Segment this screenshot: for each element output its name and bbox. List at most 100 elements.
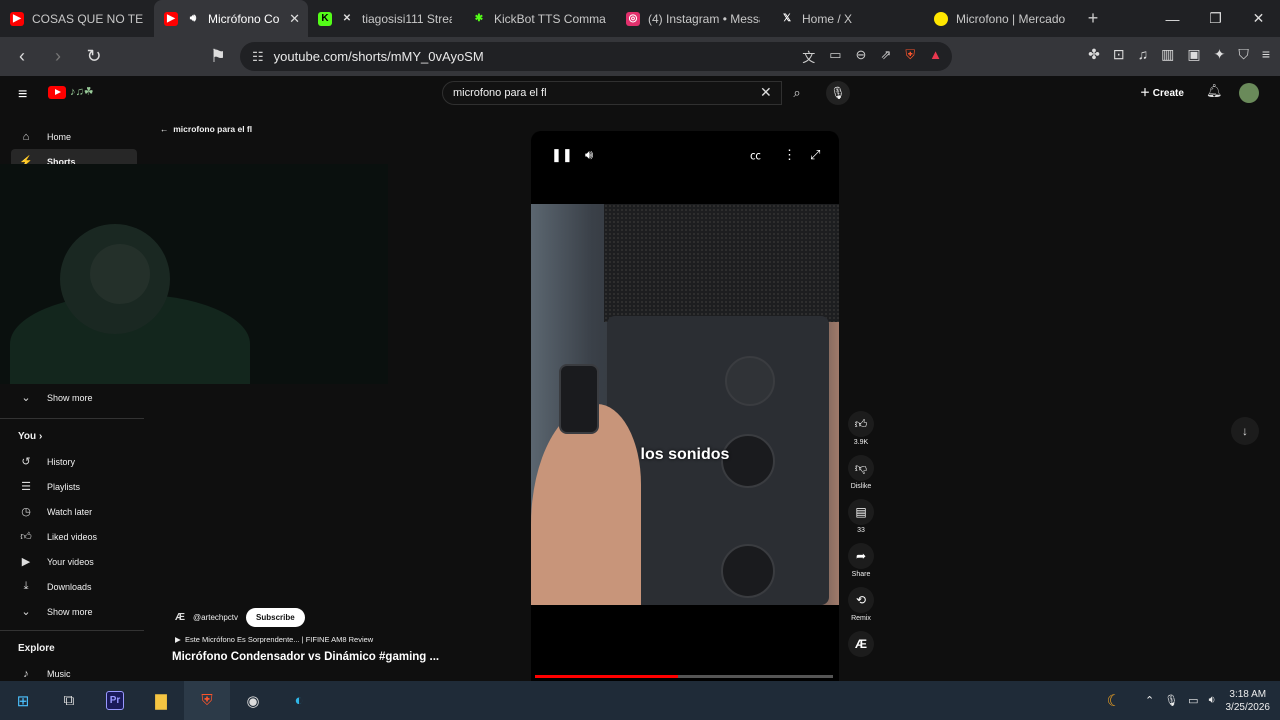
sidebar-show-more[interactable]: ⌄ Show more: [0, 385, 144, 410]
search-input[interactable]: microfono para el fl: [442, 81, 782, 105]
home-icon: ⌂: [22, 130, 30, 143]
edge-icon[interactable]: ◐: [276, 681, 322, 720]
file-explorer-icon[interactable]: ▇: [138, 681, 184, 720]
volume-tray-icon[interactable]: 🔉︎: [1209, 694, 1216, 707]
youtube-icon: ▶: [164, 11, 178, 26]
sidebar-item-your-videos[interactable]: ▶ Your videos: [0, 549, 144, 574]
hamburger-menu-icon[interactable]: ≡: [18, 86, 27, 104]
browser-tab-active[interactable]: ▶ 🔊︎ Micrófono Co ✕: [154, 0, 308, 37]
clear-search-icon[interactable]: ✕: [760, 84, 772, 101]
bookmark-icon[interactable]: ⚑: [204, 46, 232, 67]
zoom-icon[interactable]: ⊖: [856, 47, 867, 66]
sidebar-item-home[interactable]: ⌂ Home: [0, 124, 144, 149]
chevron-down-icon: ⌄: [21, 392, 31, 404]
search-icon[interactable]: ⌕: [784, 81, 810, 105]
close-window-icon[interactable]: ✕: [1237, 0, 1280, 37]
share-page-icon[interactable]: ⇗: [880, 47, 891, 66]
address-bar[interactable]: ☷ youtube.com/shorts/mMY_0vAyoSM 文 ▭ ⊖ ⇗…: [240, 42, 952, 71]
like-count: 3.9K: [853, 439, 869, 446]
reload-icon[interactable]: ↻: [80, 46, 108, 67]
video-title[interactable]: Micrófono Condensador vs Dinámico #gamin…: [172, 651, 439, 663]
create-button[interactable]: ＋ Create: [1140, 84, 1184, 99]
shorts-player[interactable]: ❚❚ 🔊︎ ㏄ ⋮ ⤢ los sonidos: [531, 131, 839, 681]
next-short-button[interactable]: ↓: [1231, 417, 1259, 445]
forward-icon[interactable]: ›: [44, 46, 72, 67]
like-button[interactable]: 👍︎: [848, 411, 874, 437]
sidebar-item-liked-videos[interactable]: 👍︎ Liked videos: [0, 524, 144, 549]
channel-sound-button[interactable]: Æ: [848, 631, 874, 657]
cast-icon[interactable]: ▭: [829, 47, 841, 66]
browser-tab[interactable]: 𝕏 Home / X: [770, 0, 924, 37]
obs-icon[interactable]: ◉: [230, 681, 276, 720]
youtube-doodle-icon[interactable]: ♪♫☘: [70, 85, 94, 98]
pause-icon[interactable]: ❚❚: [551, 147, 573, 163]
subscribe-button[interactable]: Subscribe: [246, 608, 305, 627]
volume-icon[interactable]: 🔊︎: [585, 147, 593, 163]
channel-handle[interactable]: @artechpctv: [193, 613, 238, 622]
windows-start-icon[interactable]: ⊞: [0, 681, 46, 720]
comment-count: 33: [857, 527, 865, 534]
remix-button[interactable]: ⟲: [848, 587, 874, 613]
close-tab-icon[interactable]: ✕: [289, 11, 300, 27]
avatar[interactable]: [1239, 83, 1259, 103]
more-options-icon[interactable]: ⋮: [783, 147, 796, 163]
microphone-foam: [604, 204, 839, 322]
muted-icon[interactable]: ✕: [340, 12, 354, 26]
browser-tab[interactable]: ▶COSAS QUE NO TE DI: [0, 0, 154, 37]
premiere-pro-icon[interactable]: Pr: [92, 681, 138, 720]
share-button[interactable]: ➦: [848, 543, 874, 569]
media-icon[interactable]: ♫: [1138, 46, 1149, 63]
clock[interactable]: 3:18 AM 3/25/2026: [1226, 688, 1271, 714]
system-tray: ☾ ⌃ 🎙︎ ▭ 🔉︎ 3:18 AM 3/25/2026: [1107, 681, 1270, 720]
voice-search-icon[interactable]: 🎙︎: [826, 81, 850, 105]
comments-button[interactable]: ▤: [848, 499, 874, 525]
extensions-icon[interactable]: ✤: [1088, 46, 1100, 63]
related-video-link[interactable]: ▶ Este Micrófono Es Sorprendente... | FI…: [175, 635, 373, 644]
brave-shield-icon[interactable]: ⛨: [905, 47, 915, 66]
wallet-icon[interactable]: ▣: [1187, 46, 1200, 63]
site-info-icon[interactable]: ☷: [252, 49, 264, 65]
notifications-icon[interactable]: 🔔︎: [1206, 83, 1223, 99]
brave-browser-icon[interactable]: ⛨: [184, 681, 230, 720]
share-label: Share: [851, 571, 871, 578]
back-icon[interactable]: ‹: [8, 46, 36, 67]
browser-tab[interactable]: Microfono | Mercado: [924, 0, 1078, 37]
url-text[interactable]: youtube.com/shorts/mMY_0vAyoSM: [274, 49, 484, 64]
menu-icon[interactable]: ≡: [1262, 46, 1270, 63]
brave-rewards-icon[interactable]: ▲: [929, 47, 942, 66]
sidebar-icon[interactable]: ▥: [1161, 46, 1174, 63]
minimize-icon[interactable]: —: [1151, 0, 1194, 37]
sidebar-item-watch-later[interactable]: ◷ Watch later: [0, 499, 144, 524]
hand: [531, 404, 641, 605]
browser-tab[interactable]: K ✕ tiagosisi111 Strea: [308, 0, 462, 37]
leo-icon[interactable]: ✦: [1214, 46, 1226, 63]
channel-avatar[interactable]: Æ: [175, 612, 185, 623]
vpn-icon[interactable]: ⛉: [1238, 46, 1249, 63]
extensions-area: ✤ ⊡ ♫ ▥ ▣ ✦ ⛉ ≡: [1088, 46, 1270, 63]
sidebar-item-downloads[interactable]: ⤓ Downloads: [0, 574, 144, 599]
shorts-actions: 👍︎ 3.9K 👎︎ Dislike ▤ 33 ➦ Share ⟲ Remix Æ: [846, 411, 876, 666]
network-icon[interactable]: ▭: [1188, 694, 1198, 707]
translate-icon[interactable]: 文: [802, 47, 815, 66]
back-to-results[interactable]: ← microfono para el fl: [160, 124, 252, 134]
sidebar-item-history[interactable]: ↺ History: [0, 449, 144, 474]
sidebar-show-more[interactable]: ⌄ Show more: [0, 599, 144, 624]
dislike-button[interactable]: 👎︎: [848, 455, 874, 481]
captions-icon[interactable]: ㏄: [750, 147, 761, 163]
browser-tab[interactable]: ◎ (4) Instagram • Messa: [616, 0, 770, 37]
sidebar-you-heading[interactable]: You ›: [0, 423, 144, 449]
speaker-icon[interactable]: 🔊︎: [186, 12, 200, 26]
sidebar-item-playlists[interactable]: ☰ Playlists: [0, 474, 144, 499]
task-view-icon[interactable]: ⧉: [46, 681, 92, 720]
fullscreen-icon[interactable]: ⤢: [810, 147, 820, 163]
youtube-logo[interactable]: [48, 86, 66, 99]
restore-icon[interactable]: ❐: [1194, 0, 1237, 37]
weather-moon-icon[interactable]: ☾: [1107, 691, 1121, 711]
microphone-tray-icon[interactable]: 🎙︎: [1164, 694, 1178, 707]
screenshot-icon[interactable]: ⊡: [1113, 46, 1125, 63]
chevron-up-icon[interactable]: ⌃: [1145, 694, 1154, 707]
your-videos-icon: ▶: [21, 556, 31, 568]
new-tab-button[interactable]: +: [1078, 8, 1108, 29]
browser-tab[interactable]: ✱ KickBot TTS Comman: [462, 0, 616, 37]
video-progress-bar[interactable]: [535, 675, 833, 678]
